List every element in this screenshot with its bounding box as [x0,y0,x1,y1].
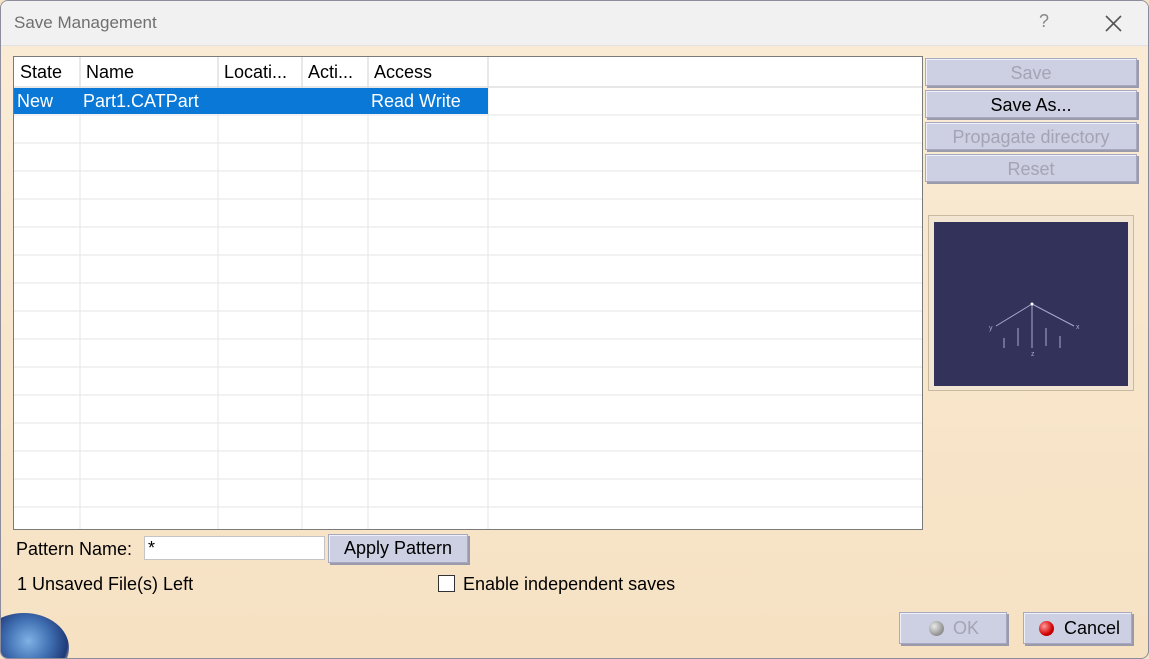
cell-name: Part1.CATPart [83,91,199,111]
reset-button[interactable]: Reset [925,154,1137,182]
pattern-name-input[interactable] [144,536,325,560]
independent-saves-checkbox[interactable] [438,575,455,592]
cell-location [218,88,302,114]
ok-button[interactable]: OK [899,612,1007,644]
close-icon [1105,15,1122,32]
preview-frame: y x z [928,215,1134,391]
column-header-access[interactable]: Access [368,57,488,87]
axis-x-label: x [1076,324,1080,331]
table-gridlines [14,57,922,529]
independent-saves-label[interactable]: Enable independent saves [463,574,675,595]
save-as-button[interactable]: Save As... [925,90,1137,118]
part-preview: y x z [934,222,1128,386]
cancel-label: Cancel [1064,618,1121,638]
axis-z-label: z [1031,351,1035,358]
pattern-name-label: Pattern Name: [16,539,133,559]
help-button[interactable]: ? [1034,11,1054,35]
ok-status-icon [929,621,944,636]
cell-access: Read Write [371,91,461,111]
title-bar: Save Management ? [1,1,1148,46]
cancel-status-icon [1039,621,1054,636]
apply-pattern-button[interactable]: Apply Pattern [328,534,468,563]
ok-label: OK [953,618,980,638]
axis-icon: y x z [989,302,1080,358]
column-header-name[interactable]: Name [80,57,218,87]
axis-y-label: y [989,325,993,332]
column-header-state[interactable]: State [14,57,80,87]
column-header-action[interactable]: Acti... [302,57,368,87]
cell-state: New [17,91,54,111]
propagate-directory-button[interactable]: Propagate directory [925,122,1137,150]
globe-logo-icon [1,613,69,658]
save-button[interactable]: Save [925,58,1137,86]
close-button[interactable] [1099,9,1129,39]
cancel-button[interactable]: Cancel [1023,612,1132,644]
dialog-title: Save Management [14,13,157,32]
column-header-location[interactable]: Locati... [218,57,302,87]
documents-table[interactable]: State Name Locati... Acti... Access New … [13,56,923,530]
unsaved-files-status: 1 Unsaved File(s) Left [17,574,194,594]
save-management-dialog: Save Management ? State Name Locati... A… [0,0,1149,659]
cell-action [302,88,368,114]
